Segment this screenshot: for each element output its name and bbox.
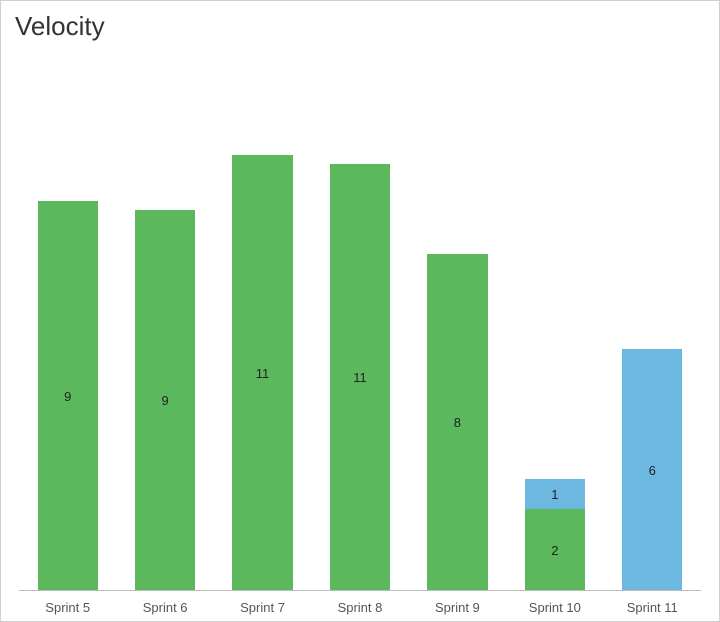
- bar-slot: 8: [409, 61, 506, 591]
- bar-slot: 9: [116, 61, 213, 591]
- x-axis-label: Sprint 9: [409, 600, 506, 615]
- x-axis-label: Sprint 8: [311, 600, 408, 615]
- bar-stack: 6: [622, 349, 682, 591]
- bar-stack: 8: [427, 254, 487, 591]
- bar-segment-completed: 11: [232, 155, 292, 591]
- x-axis-label: Sprint 5: [19, 600, 116, 615]
- bar-slot: 11: [214, 61, 311, 591]
- bar-stack: 12: [525, 479, 585, 591]
- bar-slot: 11: [311, 61, 408, 591]
- bar-stack: 9: [135, 210, 195, 591]
- bar-segment-completed: 9: [135, 210, 195, 591]
- chart-title: Velocity: [15, 11, 105, 42]
- x-axis-labels: Sprint 5Sprint 6Sprint 7Sprint 8Sprint 9…: [19, 600, 701, 615]
- bar-segment-completed: 2: [525, 509, 585, 591]
- bar-container: 9911118126: [19, 61, 701, 591]
- plot-area: 9911118126: [19, 61, 701, 591]
- bar-slot: 12: [506, 61, 603, 591]
- bar-stack: 11: [232, 155, 292, 591]
- bar-slot: 6: [604, 61, 701, 591]
- x-axis-label: Sprint 11: [604, 600, 701, 615]
- bar-segment-completed: 8: [427, 254, 487, 591]
- velocity-chart: Velocity 9911118126 Sprint 5Sprint 6Spri…: [0, 0, 720, 622]
- bar-segment-completed: 11: [330, 164, 390, 591]
- x-axis-line: [19, 590, 701, 591]
- bar-segment-planned: 6: [622, 349, 682, 591]
- x-axis-label: Sprint 7: [214, 600, 311, 615]
- bar-stack: 11: [330, 164, 390, 591]
- x-axis-label: Sprint 6: [116, 600, 213, 615]
- x-axis-label: Sprint 10: [506, 600, 603, 615]
- bar-slot: 9: [19, 61, 116, 591]
- bar-stack: 9: [38, 201, 98, 591]
- bar-segment-completed: 9: [38, 201, 98, 591]
- bar-segment-planned: 1: [525, 479, 585, 509]
